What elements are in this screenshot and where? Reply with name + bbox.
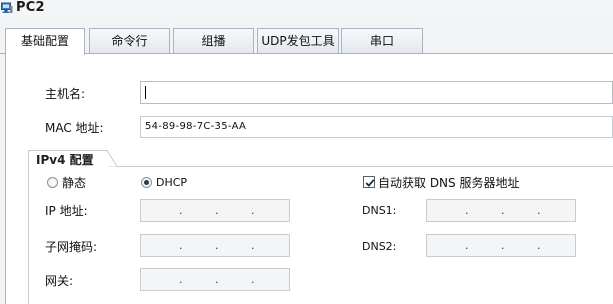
ip-separator: . [179,239,183,252]
dns2-field[interactable]: . . . [426,234,576,257]
text-cursor [145,86,146,99]
hostname-label: 主机名: [45,87,86,101]
tab-basic-config[interactable]: 基础配置 [5,28,85,55]
ip-separator: . [537,204,541,217]
dns2-label: DNS2: [362,240,397,253]
mac-label: MAC 地址: [45,121,104,135]
mac-address-field: 54-89-98-7C-35-AA [140,116,613,138]
ip-separator: . [251,204,255,217]
window-title: PC2 [16,0,45,15]
dhcp-radio-label: DHCP [156,176,188,189]
ipv4-group-tab-edge [98,150,118,167]
ip-separator: . [215,204,219,217]
dns1-label: DNS1: [362,204,397,217]
gateway-field[interactable]: . . . [140,268,290,291]
checkmark-icon [365,179,375,187]
mac-value: 54-89-98-7C-35-AA [145,121,247,132]
static-radio-label: 静态 [62,176,87,190]
ip-separator: . [251,239,255,252]
ip-address-label: IP 地址: [45,204,88,218]
tab-serial-port[interactable]: 串口 [341,28,423,53]
ip-address-field[interactable]: . . . [140,199,290,222]
ip-separator: . [215,273,219,286]
ip-separator: . [501,239,505,252]
tab-multicast[interactable]: 组播 [173,28,254,53]
tab-command-line[interactable]: 命令行 [89,28,170,53]
ip-separator: . [251,273,255,286]
ip-separator: . [179,273,183,286]
dns1-field[interactable]: . . . [426,199,576,222]
auto-dns-label: 自动获取 DNS 服务器地址 [378,176,520,190]
subnet-mask-field[interactable]: . . . [140,234,290,257]
static-radio[interactable] [47,177,58,188]
title-bar: PC2 [0,0,613,17]
ip-separator: . [465,204,469,217]
auto-dns-checkbox[interactable] [363,176,375,188]
ip-separator: . [537,239,541,252]
ip-separator: . [501,204,505,217]
hostname-input[interactable] [140,81,613,104]
subnet-mask-label: 子网掩码: [45,240,98,254]
pc-monitor-icon [1,2,13,14]
ip-separator: . [215,239,219,252]
tab-udp-tool[interactable]: UDP发包工具 [257,28,339,53]
ip-separator: . [179,204,183,217]
ipv4-group-title: IPv4 配置 [36,153,94,167]
dhcp-radio[interactable] [141,177,152,188]
gateway-label: 网关: [45,274,74,288]
ip-separator: . [465,239,469,252]
